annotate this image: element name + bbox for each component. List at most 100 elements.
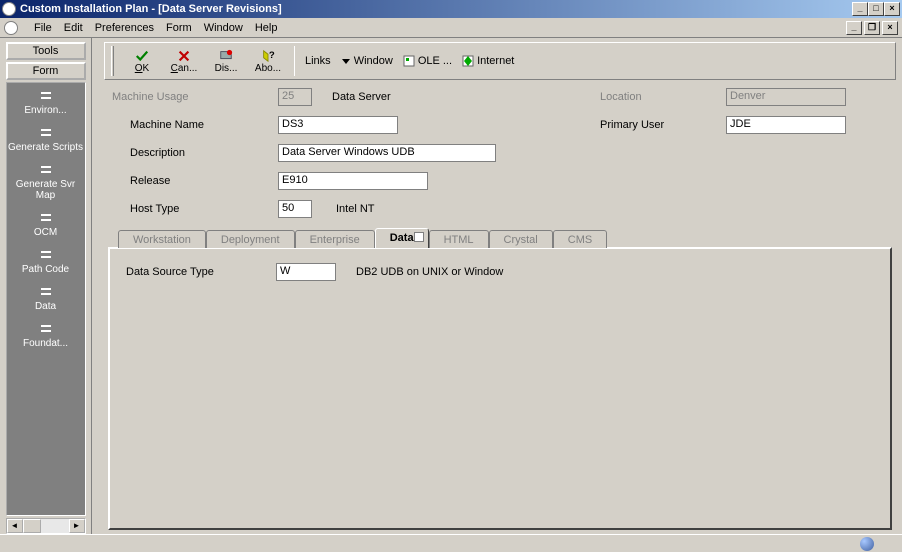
close-button[interactable]: × bbox=[884, 2, 900, 16]
minimize-button[interactable]: _ bbox=[852, 2, 868, 16]
tab-content: Data Source Type W DB2 UDB on UNIX or Wi… bbox=[108, 247, 892, 530]
sidebar-label: Environ... bbox=[7, 105, 85, 116]
foundation-icon bbox=[36, 322, 56, 336]
tab-data[interactable]: Data bbox=[375, 228, 429, 248]
scroll-left-button[interactable]: ◄ bbox=[7, 519, 23, 533]
menu-help[interactable]: Help bbox=[255, 22, 278, 34]
host-type-label: Host Type bbox=[112, 203, 272, 215]
machine-usage-field: 25 bbox=[278, 88, 312, 106]
monitor-icon bbox=[218, 49, 234, 63]
scroll-track[interactable] bbox=[23, 519, 69, 533]
about-label: Abo... bbox=[255, 63, 281, 74]
link-internet-label: Internet bbox=[477, 55, 514, 67]
main-area: OK Can... Dis... ? Abo... Links Window bbox=[92, 38, 902, 534]
internet-icon bbox=[462, 55, 474, 67]
menu-file[interactable]: File bbox=[34, 22, 52, 34]
scroll-right-button[interactable]: ► bbox=[69, 519, 85, 533]
dropdown-icon bbox=[341, 56, 351, 66]
toolbar: OK Can... Dis... ? Abo... Links Window bbox=[104, 42, 896, 80]
mdi-close-button[interactable]: × bbox=[882, 21, 898, 35]
description-label: Description bbox=[112, 147, 272, 159]
machine-name-label: Machine Name bbox=[112, 119, 272, 131]
pathcode-icon bbox=[36, 248, 56, 262]
data-source-type-label: Data Source Type bbox=[126, 266, 256, 278]
environ-icon bbox=[36, 89, 56, 103]
display-button[interactable]: Dis... bbox=[210, 49, 242, 74]
left-panel: Tools Form Environ... Generate Scripts G… bbox=[0, 38, 92, 534]
tab-cms[interactable]: CMS bbox=[553, 230, 607, 248]
data-source-type-desc: DB2 UDB on UNIX or Window bbox=[356, 266, 503, 278]
maximize-button[interactable]: □ bbox=[868, 2, 884, 16]
toolbar-separator bbox=[294, 46, 295, 76]
sidebar-item-generate-svrmap[interactable]: Generate Svr Map bbox=[7, 157, 85, 205]
data-icon bbox=[36, 285, 56, 299]
tab-enterprise[interactable]: Enterprise bbox=[295, 230, 375, 248]
ok-label: OK bbox=[135, 63, 149, 74]
menu-edit[interactable]: Edit bbox=[64, 22, 83, 34]
tabs-area: Workstation Deployment Enterprise Data H… bbox=[104, 228, 896, 530]
menubar: File Edit Preferences Form Window Help _… bbox=[0, 18, 902, 38]
tab-deployment[interactable]: Deployment bbox=[206, 230, 295, 248]
link-ole[interactable]: OLE ... bbox=[403, 55, 452, 67]
sidebar-item-ocm[interactable]: OCM bbox=[7, 205, 85, 242]
x-icon bbox=[176, 49, 192, 63]
sidebar-item-foundation[interactable]: Foundat... bbox=[7, 316, 85, 353]
menu-form[interactable]: Form bbox=[166, 22, 192, 34]
host-type-desc: Intel NT bbox=[336, 203, 375, 215]
link-window-label: Window bbox=[354, 55, 393, 67]
link-window[interactable]: Window bbox=[341, 55, 393, 67]
sidebar-item-path-code[interactable]: Path Code bbox=[7, 242, 85, 279]
sidebar-item-generate-scripts[interactable]: Generate Scripts bbox=[7, 120, 85, 157]
window-controls: _ □ × bbox=[852, 2, 900, 16]
mdi-minimize-button[interactable]: _ bbox=[846, 21, 862, 35]
menu-app-icon bbox=[4, 21, 18, 35]
ok-button[interactable]: OK bbox=[126, 49, 158, 74]
about-button[interactable]: ? Abo... bbox=[252, 49, 284, 74]
scroll-thumb[interactable] bbox=[23, 519, 41, 533]
data-source-type-field[interactable]: W bbox=[276, 263, 336, 281]
svg-text:?: ? bbox=[269, 49, 275, 60]
sidebar-item-environ[interactable]: Environ... bbox=[7, 83, 85, 120]
sidebar-label: OCM bbox=[7, 227, 85, 238]
release-label: Release bbox=[112, 175, 272, 187]
scripts-icon bbox=[36, 126, 56, 140]
titlebar: Custom Installation Plan - [Data Server … bbox=[0, 0, 902, 18]
help-icon: ? bbox=[260, 49, 276, 63]
statusbar bbox=[0, 534, 902, 552]
location-label: Location bbox=[600, 91, 720, 103]
host-type-field[interactable]: 50 bbox=[278, 200, 312, 218]
tab-workstation[interactable]: Workstation bbox=[118, 230, 206, 248]
sidebar-label: Path Code bbox=[7, 264, 85, 275]
link-ole-label: OLE ... bbox=[418, 55, 452, 67]
sidebar-scrollbar[interactable]: ◄ ► bbox=[6, 518, 86, 534]
sidebar-label: Data bbox=[7, 301, 85, 312]
description-field[interactable]: Data Server Windows UDB bbox=[278, 144, 496, 162]
link-internet[interactable]: Internet bbox=[462, 55, 514, 67]
ocm-icon bbox=[36, 211, 56, 225]
ole-icon bbox=[403, 55, 415, 67]
mdi-restore-button[interactable]: ❐ bbox=[864, 21, 880, 35]
menu-preferences[interactable]: Preferences bbox=[95, 22, 154, 34]
machine-name-field[interactable]: DS3 bbox=[278, 116, 398, 134]
sidebar-item-data[interactable]: Data bbox=[7, 279, 85, 316]
location-field: Denver bbox=[726, 88, 846, 106]
machine-usage-desc: Data Server bbox=[332, 91, 391, 103]
form-grid: Machine Usage 25 Data Server Location De… bbox=[104, 88, 896, 228]
display-label: Dis... bbox=[215, 63, 238, 74]
sidebar-label: Foundat... bbox=[7, 338, 85, 349]
check-icon bbox=[134, 49, 150, 63]
window-title: Custom Installation Plan - [Data Server … bbox=[20, 3, 852, 15]
globe-icon bbox=[860, 537, 874, 551]
tools-button[interactable]: Tools bbox=[6, 42, 86, 60]
menu-window[interactable]: Window bbox=[204, 22, 243, 34]
release-field[interactable]: E910 bbox=[278, 172, 428, 190]
toolbar-grip bbox=[111, 46, 114, 76]
tab-crystal[interactable]: Crystal bbox=[489, 230, 553, 248]
primary-user-field[interactable]: JDE bbox=[726, 116, 846, 134]
cancel-button[interactable]: Can... bbox=[168, 49, 200, 74]
sidebar-label: Generate Svr Map bbox=[7, 179, 85, 201]
tab-html[interactable]: HTML bbox=[429, 230, 489, 248]
form-button[interactable]: Form bbox=[6, 62, 86, 80]
links-label: Links bbox=[305, 55, 331, 67]
machine-usage-label: Machine Usage bbox=[112, 91, 272, 103]
